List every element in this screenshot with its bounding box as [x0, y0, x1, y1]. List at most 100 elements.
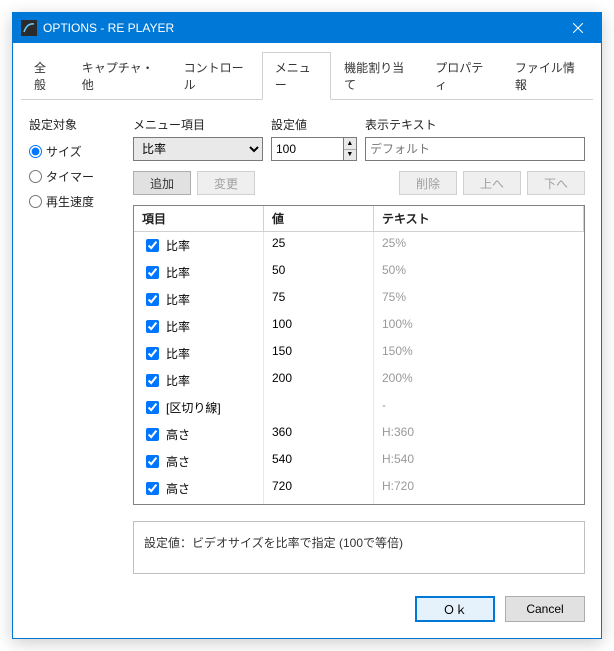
row-checkbox[interactable] — [146, 428, 159, 441]
down-button[interactable]: 下へ — [527, 171, 585, 195]
editor-area: メニュー項目 設定値 表示テキスト 比率 ▲ ▼ — [133, 116, 585, 574]
row-text: - — [374, 394, 584, 421]
row-value: 50 — [264, 259, 374, 286]
window-title: OPTIONS - RE PLAYER — [43, 21, 555, 35]
row-checkbox[interactable] — [146, 266, 159, 279]
row-item-label: 比率 — [166, 264, 190, 281]
change-button[interactable]: 変更 — [197, 171, 255, 195]
table-row[interactable]: [区切り線] - — [134, 394, 584, 421]
close-icon — [573, 23, 583, 33]
row-checkbox[interactable] — [146, 455, 159, 468]
row-text: 150% — [374, 340, 584, 367]
app-icon — [21, 20, 37, 36]
delete-button[interactable]: 削除 — [399, 171, 457, 195]
row-item-label: [区切り線] — [166, 399, 221, 416]
row-item-label: 比率 — [166, 318, 190, 335]
value-input[interactable] — [271, 137, 344, 161]
row-item-label: 比率 — [166, 237, 190, 254]
tab-pane: 設定対象 サイズ タイマー 再生速度 メニュー項目 設定値 — [13, 100, 601, 586]
target-group-label: 設定対象 — [29, 116, 117, 133]
table-row[interactable]: 比率7575% — [134, 286, 584, 313]
table-row[interactable]: 比率 150150% — [134, 340, 584, 367]
row-text: 200% — [374, 367, 584, 394]
row-item-label: 比率 — [166, 291, 190, 308]
row-value: 360 — [264, 421, 374, 448]
target-group: 設定対象 サイズ タイマー 再生速度 — [29, 116, 117, 574]
spinner-down-icon[interactable]: ▼ — [344, 150, 356, 161]
close-button[interactable] — [555, 13, 601, 43]
radio-size-label: サイズ — [46, 143, 82, 160]
row-value: 720 — [264, 475, 374, 502]
display-text-label: 表示テキスト — [365, 116, 585, 133]
row-checkbox[interactable] — [146, 401, 159, 414]
row-checkbox[interactable] — [146, 293, 159, 306]
row-item-label: 高さ — [166, 480, 190, 497]
table-row[interactable]: 高さ 360H:360 — [134, 421, 584, 448]
radio-timer-label: タイマー — [46, 168, 94, 185]
grid-header: 項目 値 テキスト — [134, 206, 584, 232]
table-row[interactable]: 比率 100100% — [134, 313, 584, 340]
tab-menu[interactable]: メニュー — [262, 52, 331, 100]
cancel-button[interactable]: Cancel — [505, 596, 585, 622]
row-text: 100% — [374, 313, 584, 340]
row-checkbox[interactable] — [146, 320, 159, 333]
row-checkbox[interactable] — [146, 239, 159, 252]
table-row[interactable]: 高さ 540H:540 — [134, 448, 584, 475]
row-text: H:360 — [374, 421, 584, 448]
row-value: 25 — [264, 232, 374, 259]
spinner-up-icon[interactable]: ▲ — [344, 138, 356, 150]
tab-general[interactable]: 全般 — [21, 52, 69, 100]
radio-speed-label: 再生速度 — [46, 193, 94, 210]
row-text: H:900 — [374, 502, 584, 505]
radio-timer[interactable] — [29, 170, 42, 183]
tab-control[interactable]: コントロール — [171, 52, 262, 100]
row-value: 200 — [264, 367, 374, 394]
display-text-input[interactable] — [365, 137, 585, 161]
value-label: 設定値 — [271, 116, 357, 133]
table-row[interactable]: 比率 2525% — [134, 232, 584, 259]
table-row[interactable]: 高さ 720H:720 — [134, 475, 584, 502]
radio-speed[interactable] — [29, 195, 42, 208]
radio-size[interactable] — [29, 145, 42, 158]
options-dialog: OPTIONS - RE PLAYER 全般 キャプチャ・他 コントロール メニ… — [12, 12, 602, 639]
row-checkbox[interactable] — [146, 374, 159, 387]
grid-header-text[interactable]: テキスト — [374, 206, 584, 231]
row-checkbox[interactable] — [146, 482, 159, 495]
tab-fileinfo[interactable]: ファイル情報 — [502, 52, 593, 100]
row-value: 150 — [264, 340, 374, 367]
row-checkbox[interactable] — [146, 347, 159, 360]
row-item-label: 比率 — [166, 372, 190, 389]
radio-size-row[interactable]: サイズ — [29, 143, 117, 160]
row-value — [264, 394, 374, 421]
row-item-label: 高さ — [166, 453, 190, 470]
grid-header-value[interactable]: 値 — [264, 206, 374, 231]
menu-item-label: メニュー項目 — [133, 116, 263, 133]
tab-property[interactable]: プロパティ — [422, 52, 502, 100]
up-button[interactable]: 上へ — [463, 171, 521, 195]
row-value: 75 — [264, 286, 374, 313]
radio-timer-row[interactable]: タイマー — [29, 168, 117, 185]
radio-speed-row[interactable]: 再生速度 — [29, 193, 117, 210]
row-text: 50% — [374, 259, 584, 286]
row-value: 100 — [264, 313, 374, 340]
items-grid: 項目 値 テキスト 比率2525%比率5050%比率7575%比率100100%… — [133, 205, 585, 505]
row-item-label: 比率 — [166, 345, 190, 362]
table-row[interactable]: 比率 200200% — [134, 367, 584, 394]
add-button[interactable]: 追加 — [133, 171, 191, 195]
titlebar: OPTIONS - RE PLAYER — [13, 13, 601, 43]
table-row[interactable]: 高さ900H:900 — [134, 502, 584, 505]
row-item-label: 高さ — [166, 426, 190, 443]
tab-assign[interactable]: 機能割り当て — [331, 52, 422, 100]
value-spinner[interactable]: ▲ ▼ — [344, 137, 357, 161]
tab-strip: 全般 キャプチャ・他 コントロール メニュー 機能割り当て プロパティ ファイル… — [21, 51, 593, 100]
tab-capture[interactable]: キャプチャ・他 — [69, 52, 171, 100]
table-row[interactable]: 比率 5050% — [134, 259, 584, 286]
grid-header-item[interactable]: 項目 — [134, 206, 264, 231]
row-text: H:720 — [374, 475, 584, 502]
row-value: 540 — [264, 448, 374, 475]
menu-item-select[interactable]: 比率 — [133, 137, 263, 161]
row-text: 25% — [374, 232, 584, 259]
row-text: H:540 — [374, 448, 584, 475]
help-text: 設定値：ビデオサイズを比率で指定 (100で等倍) — [133, 521, 585, 574]
ok-button[interactable]: Ｏｋ — [415, 596, 495, 622]
